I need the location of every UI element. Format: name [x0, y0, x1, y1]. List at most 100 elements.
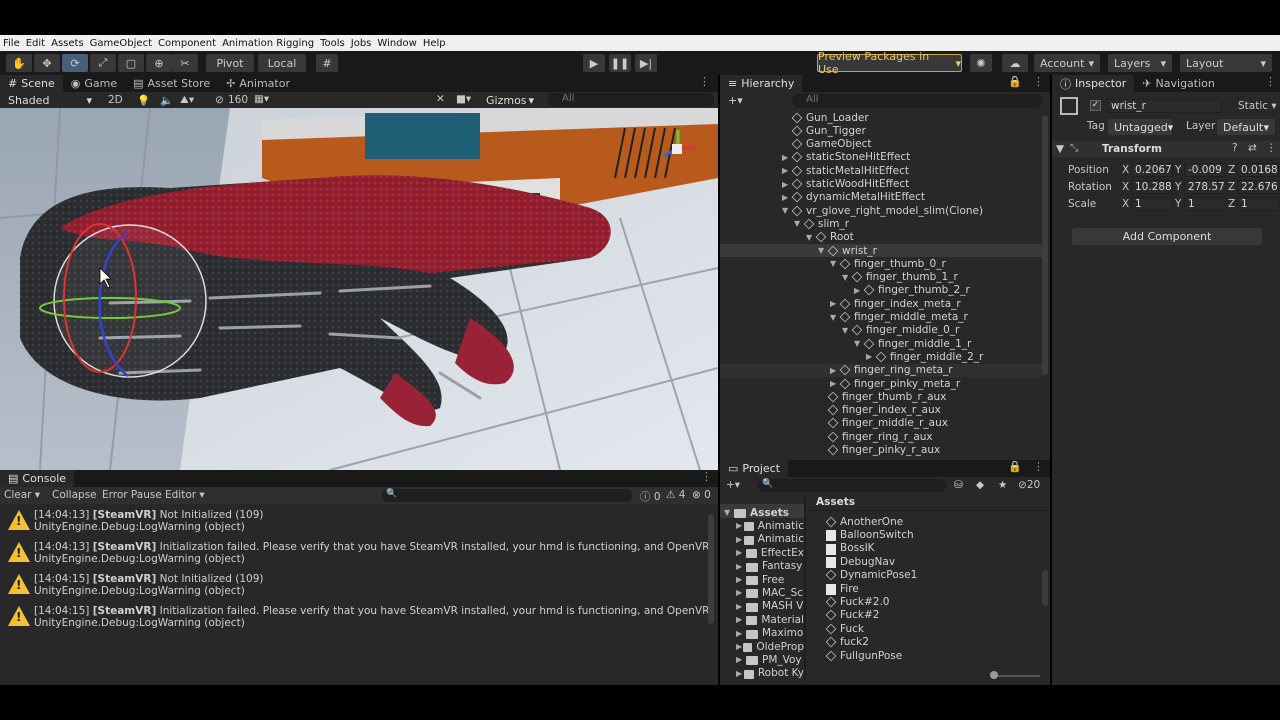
project-file-item[interactable]: DebugNav: [826, 555, 895, 569]
menu-item-help[interactable]: Help: [423, 38, 446, 49]
scene-viewport[interactable]: [0, 108, 718, 470]
menu-item-jobs[interactable]: Jobs: [351, 38, 372, 49]
pivot-toggle[interactable]: Pivot: [206, 54, 254, 72]
warning-count-toggle[interactable]: ⚠ 4: [666, 489, 685, 501]
scale-z-axis-label[interactable]: Z: [1228, 198, 1235, 210]
collapse-button[interactable]: Collapse: [52, 489, 97, 501]
expanded-arrow-icon[interactable]: ▼: [842, 273, 852, 282]
collapsed-arrow-icon[interactable]: ▶: [854, 286, 864, 295]
project-search-input[interactable]: 🔍: [758, 479, 946, 492]
tab-project[interactable]: ▭ Project: [720, 460, 789, 477]
scale-tool-icon[interactable]: ⤢: [90, 54, 116, 72]
rotation-x-axis-label[interactable]: X: [1122, 181, 1129, 193]
info-count-toggle[interactable]: ⓘ 0: [640, 489, 661, 504]
expanded-arrow-icon[interactable]: ▼: [794, 219, 804, 228]
project-folder-item[interactable]: ▶ MAC_Sc: [736, 586, 804, 599]
scale-x-axis-label[interactable]: X: [1122, 198, 1129, 210]
editor-dropdown[interactable]: Editor ▾: [165, 489, 205, 501]
transform-tool-icon[interactable]: ⊕: [146, 54, 172, 72]
hierarchy-row[interactable]: ▶ staticWoodHitEffect: [782, 178, 909, 191]
hierarchy-row[interactable]: ▼ finger_middle_0_r: [842, 324, 959, 337]
clear-button[interactable]: Clear ▾: [4, 489, 40, 501]
add-component-button[interactable]: Add Component: [1072, 228, 1262, 245]
folder-arrow-icon[interactable]: ▶: [736, 575, 746, 584]
hierarchy-row[interactable]: ▼ wrist_r: [818, 244, 877, 257]
folder-arrow-icon[interactable]: ▶: [736, 562, 746, 571]
lighting-icon[interactable]: 💡: [137, 94, 150, 107]
project-file-item[interactable]: AnotherOne: [825, 515, 903, 528]
rotation-x-field[interactable]: 10.288: [1131, 180, 1173, 194]
hierarchy-row[interactable]: ▼ Root: [806, 231, 854, 244]
rotation-y-field[interactable]: 278.575: [1184, 180, 1226, 194]
position-z-axis-label[interactable]: Z: [1228, 164, 1235, 176]
menu-item-component[interactable]: Component: [158, 38, 216, 49]
tools-icon[interactable]: ✕: [436, 93, 445, 105]
hierarchy-row[interactable]: finger_index_r_aux: [818, 404, 941, 417]
camera-icon[interactable]: ■▾: [456, 93, 471, 105]
zoom-slider-handle[interactable]: [990, 671, 998, 679]
add-object-button[interactable]: +▾: [728, 94, 743, 107]
preview-packages-button[interactable]: Preview Packages in Use ▾: [817, 50, 962, 76]
hierarchy-row[interactable]: GameObject: [782, 138, 871, 151]
menu-item-window[interactable]: Window: [377, 38, 416, 49]
hierarchy-scrollbar[interactable]: [1042, 115, 1048, 375]
hand-tool-icon[interactable]: ✋: [6, 54, 32, 72]
scene-search-input[interactable]: All: [548, 93, 714, 107]
project-file-item[interactable]: BalloonSwitch: [826, 528, 914, 542]
scale-y-axis-label[interactable]: Y: [1175, 198, 1181, 210]
custom-tool-icon[interactable]: ✂: [172, 54, 198, 72]
collapsed-arrow-icon[interactable]: ▶: [830, 366, 840, 375]
folder-arrow-icon[interactable]: ▶: [736, 588, 746, 597]
tab-navigation[interactable]: ✈ Navigation: [1134, 75, 1223, 92]
folder-arrow-icon[interactable]: ▶: [736, 669, 744, 678]
shading-dropdown[interactable]: Shaded ▾: [2, 92, 98, 108]
expanded-arrow-icon[interactable]: ▼: [806, 233, 816, 242]
hierarchy-row[interactable]: ▶ finger_thumb_2_r: [854, 284, 970, 297]
effects-icon[interactable]: ⛰▾: [180, 94, 194, 107]
project-file-item[interactable]: Fuck#2: [825, 609, 879, 622]
layout-dropdown[interactable]: Layout ▾: [1180, 54, 1272, 72]
filter-label-icon[interactable]: ◆: [976, 479, 984, 491]
tab-inspector[interactable]: ⓘ Inspector: [1052, 75, 1135, 92]
rotation-z-field[interactable]: 22.676: [1237, 180, 1279, 194]
hierarchy-row[interactable]: ▶ dynamicMetalHitEffect: [782, 191, 925, 204]
project-file-item[interactable]: Fuck: [825, 622, 864, 635]
error-pause-button[interactable]: Error Pause: [102, 489, 162, 501]
filter-type-icon[interactable]: ⛁: [954, 479, 963, 491]
collab-icon[interactable]: ✺: [970, 54, 992, 72]
step-button[interactable]: ▶|: [635, 54, 657, 72]
pause-button[interactable]: ❚❚: [609, 54, 631, 72]
grid-snap-icon[interactable]: #: [316, 54, 338, 72]
project-file-item[interactable]: fuck2: [825, 636, 869, 649]
scale-y-field[interactable]: 1: [1184, 197, 1226, 211]
project-file-item[interactable]: Fire: [826, 582, 859, 595]
tab-game[interactable]: ◉ Game: [63, 75, 125, 92]
rotate-tool-icon[interactable]: ⟳: [62, 54, 88, 72]
tab-scene[interactable]: # Scene: [0, 75, 63, 92]
project-file-item[interactable]: BossIK: [826, 542, 875, 555]
folder-arrow-icon[interactable]: ▶: [736, 602, 746, 611]
project-folder-item[interactable]: ▶ Animatic: [736, 533, 804, 546]
tag-dropdown[interactable]: Untagged ▾: [1108, 119, 1173, 135]
create-asset-button[interactable]: +▾: [726, 479, 740, 491]
hierarchy-row[interactable]: ▼ finger_middle_meta_r: [830, 311, 968, 324]
project-folder-item[interactable]: ▶ PM_Voy: [736, 653, 804, 666]
menu-item-tools[interactable]: Tools: [320, 38, 345, 49]
console-log-entry[interactable]: [14:04:13] [SteamVR] Not Initialized (10…: [0, 506, 716, 538]
console-more-icon[interactable]: ⋮: [695, 470, 718, 487]
assets-breadcrumb[interactable]: Assets: [816, 496, 855, 508]
project-folder-item[interactable]: ▶ EffectEx: [736, 546, 804, 559]
project-file-item[interactable]: DynamicPose1: [825, 569, 917, 582]
folder-arrow-icon[interactable]: ▶: [736, 521, 744, 530]
hierarchy-row[interactable]: finger_pinky_r_aux: [818, 444, 940, 457]
hierarchy-row[interactable]: ▶ finger_middle_2_r: [866, 350, 983, 363]
tab-console[interactable]: ▤ Console: [0, 470, 75, 487]
hierarchy-row[interactable]: ▼ finger_middle_1_r: [854, 337, 971, 350]
folder-arrow-icon[interactable]: ▼: [724, 508, 734, 517]
folder-arrow-icon[interactable]: ▶: [736, 655, 746, 664]
cloud-icon[interactable]: ☁: [1002, 54, 1028, 72]
project-splitter[interactable]: [804, 495, 806, 681]
project-folder-item[interactable]: ▼ Assets: [724, 506, 804, 519]
hierarchy-search-input[interactable]: All: [792, 94, 1042, 108]
hierarchy-row[interactable]: ▼ vr_glove_right_model_slim(Clone): [782, 204, 983, 217]
